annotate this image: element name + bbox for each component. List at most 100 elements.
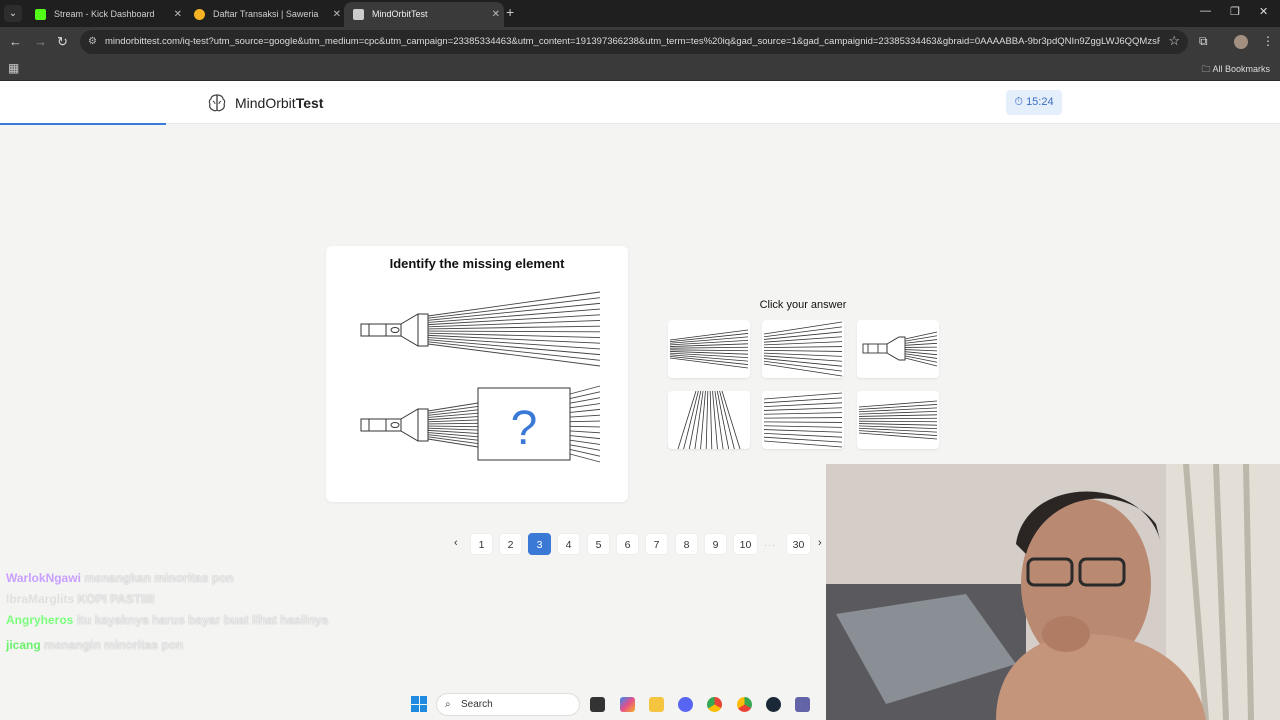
chat-username: jicang xyxy=(6,638,41,652)
beam-line xyxy=(763,397,843,404)
teams-icon[interactable] xyxy=(795,697,810,712)
chrome-profile-icon[interactable] xyxy=(737,697,752,712)
back-icon[interactable]: ← xyxy=(9,34,22,49)
beam-line xyxy=(712,390,718,450)
beam-line xyxy=(763,429,843,433)
webcam-feed xyxy=(826,464,1280,720)
chat-username: IbraMarglits xyxy=(6,592,75,606)
tab-search-button[interactable]: ⌄ xyxy=(4,5,22,22)
beam-line xyxy=(904,342,938,346)
page-button-5[interactable]: 5 xyxy=(587,533,610,555)
chat-message: jicang menangin minoritas pon xyxy=(6,635,306,656)
page-button-4[interactable]: 4 xyxy=(557,533,580,555)
answer-option-4[interactable] xyxy=(668,390,750,450)
extensions-icon[interactable]: ⧉ xyxy=(1199,34,1208,49)
page-button-10[interactable]: 10 xyxy=(733,533,758,555)
beam-line xyxy=(858,414,938,417)
light-beam-top xyxy=(427,291,601,367)
page-button-7[interactable]: 7 xyxy=(645,533,668,555)
restore-icon[interactable]: ❐ xyxy=(1230,5,1240,18)
answer-option-6[interactable] xyxy=(857,391,939,449)
next-page-button[interactable]: › xyxy=(818,537,822,549)
more-menu-icon[interactable]: ⋮ xyxy=(1262,34,1274,48)
beam-line xyxy=(858,400,938,408)
beam-line xyxy=(569,403,601,409)
chat-message: WarlokNgawi menangkan minoritas pon xyxy=(6,568,306,589)
chat-text: itu kayaknya harus bayar buat lihat hasi… xyxy=(76,613,329,627)
answer-option-5[interactable] xyxy=(762,391,844,449)
steam-icon[interactable] xyxy=(766,697,781,712)
beam-line xyxy=(677,390,697,450)
beam-line xyxy=(709,390,713,450)
copilot-icon[interactable] xyxy=(620,697,635,712)
chat-text: menangin minoritas pon xyxy=(44,638,184,652)
beam-line xyxy=(427,425,479,428)
beam-converging-icon xyxy=(669,329,749,369)
page-button-1[interactable]: 1 xyxy=(470,533,493,555)
prev-page-button[interactable]: ‹ xyxy=(454,537,458,549)
beam-line xyxy=(763,412,843,415)
beam-line xyxy=(763,355,843,362)
minimize-icon[interactable]: — xyxy=(1200,5,1211,17)
beam-line xyxy=(858,423,938,426)
discord-icon[interactable] xyxy=(678,697,693,712)
chat-text: menangkan minoritas pon xyxy=(84,571,234,585)
taskbar-search-input[interactable]: ⌕ Search xyxy=(436,693,580,716)
window-close-icon[interactable]: ✕ xyxy=(1259,5,1268,18)
reload-icon[interactable]: ↻ xyxy=(57,34,68,50)
beam-line xyxy=(427,422,479,425)
close-icon[interactable]: ✕ xyxy=(174,2,182,27)
brand-name-bold: Test xyxy=(295,95,324,111)
site-header: MindOrbitTest ⏱ 15:24 xyxy=(0,81,1280,124)
beam-line xyxy=(569,435,601,440)
beam-line xyxy=(858,432,938,440)
page-button-30[interactable]: 30 xyxy=(786,533,811,555)
page-button-9[interactable]: 9 xyxy=(704,533,727,555)
all-bookmarks-link[interactable]: 🗀 All Bookmarks xyxy=(1201,62,1270,78)
beam-line xyxy=(721,390,741,450)
chat-message: IbraMarglits KOPI PASTIIII xyxy=(6,589,306,610)
chrome-icon[interactable] xyxy=(707,697,722,712)
new-tab-icon[interactable]: + xyxy=(506,4,514,20)
bookmark-star-icon[interactable]: ☆ xyxy=(1168,33,1180,49)
tab-title: MindOrbitTest xyxy=(372,9,428,19)
brand-name: MindOrbitTest xyxy=(235,95,323,111)
close-icon[interactable]: ✕ xyxy=(333,2,341,27)
task-view-icon[interactable] xyxy=(590,697,605,712)
chat-username: WarlokNgawi xyxy=(6,571,81,585)
page-button-2[interactable]: 2 xyxy=(499,533,522,555)
tab-kick-dashboard[interactable]: Stream - Kick Dashboard ✕ xyxy=(26,2,186,27)
forward-icon[interactable]: → xyxy=(34,34,47,49)
answer-option-3[interactable] xyxy=(857,320,939,378)
answer-option-1[interactable] xyxy=(668,320,750,378)
windows-taskbar: ⌕ Search xyxy=(0,690,826,720)
beam-line xyxy=(569,430,601,434)
page-button-8[interactable]: 8 xyxy=(675,533,698,555)
beam-line xyxy=(763,336,843,343)
page-button-3[interactable]: 3 xyxy=(528,533,551,555)
beam-line xyxy=(569,444,601,451)
tab-mindorbittest[interactable]: MindOrbitTest ✕ xyxy=(344,2,504,27)
url-input[interactable]: ⚙ mindorbittest.com/iq-test?utm_source=g… xyxy=(80,30,1188,54)
apps-grid-icon[interactable]: ▦ xyxy=(8,61,19,75)
beam-line xyxy=(904,331,938,340)
answer-option-2[interactable] xyxy=(762,320,844,378)
beam-line xyxy=(763,392,843,400)
beam-line xyxy=(700,390,706,450)
brand-name-regular: MindOrbit xyxy=(235,95,296,111)
tab-saweria[interactable]: Daftar Transaksi | Saweria ✕ xyxy=(185,2,345,27)
brand-logo[interactable]: MindOrbitTest xyxy=(207,93,323,113)
page-button-6[interactable]: 6 xyxy=(616,533,639,555)
windows-start-icon[interactable] xyxy=(411,696,427,712)
file-explorer-icon[interactable] xyxy=(649,697,664,712)
profile-avatar[interactable] xyxy=(1234,35,1248,49)
search-placeholder: Search xyxy=(461,699,493,710)
beam-line xyxy=(427,419,479,423)
beam-line xyxy=(763,417,843,419)
site-info-icon[interactable]: ⚙ xyxy=(88,36,97,47)
beam-line xyxy=(569,420,601,423)
close-icon[interactable]: ✕ xyxy=(492,2,500,27)
beam-diverging-icon xyxy=(763,321,843,377)
stream-chat-overlay: WarlokNgawi menangkan minoritas pon Ibra… xyxy=(6,568,328,656)
address-bar-row: ← → ↻ ⚙ mindorbittest.com/iq-test?utm_so… xyxy=(0,27,1280,57)
